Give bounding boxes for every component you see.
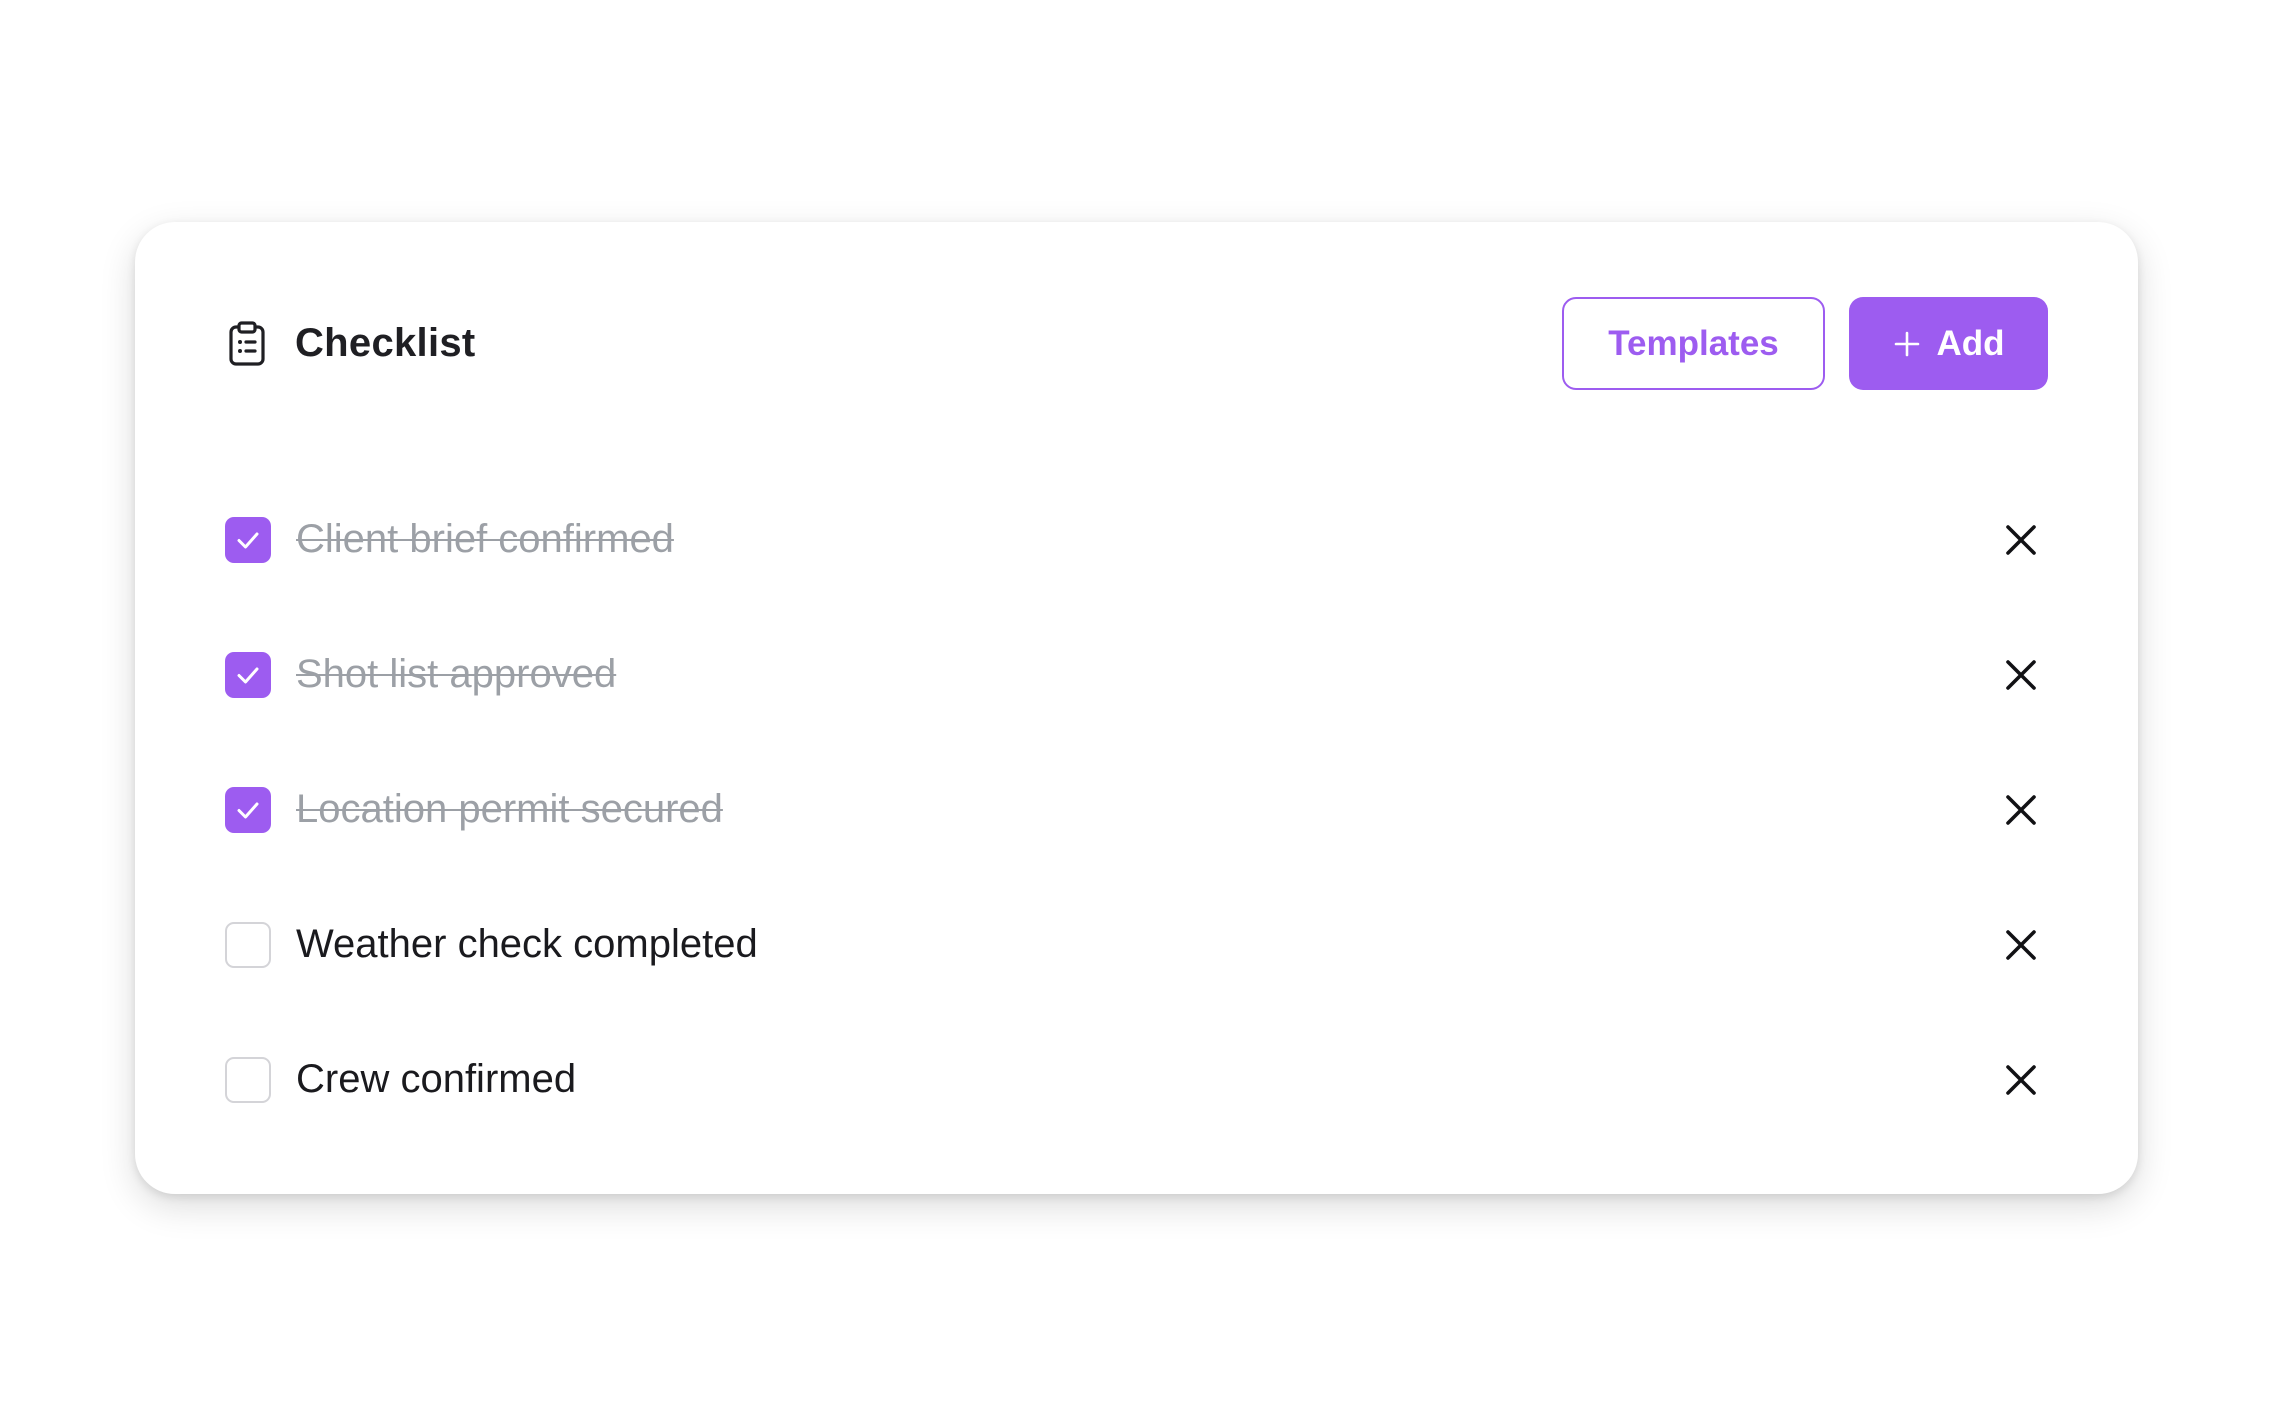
header-actions: Templates Add [1562, 297, 2048, 390]
list-item: Weather check completed [225, 877, 2048, 1012]
checklist-title: Checklist [295, 321, 476, 365]
list-item: Crew confirmed [225, 1012, 2048, 1147]
checkbox-unchecked[interactable] [225, 1056, 271, 1103]
checkmark-icon [234, 526, 262, 554]
checklist-header: Checklist Templates Add [225, 297, 2048, 390]
plus-icon [1892, 329, 1922, 359]
close-icon[interactable] [1996, 515, 2046, 565]
close-icon[interactable] [1996, 650, 2046, 700]
add-button-label: Add [1936, 323, 2005, 363]
close-icon[interactable] [1996, 1055, 2046, 1105]
list-item-label: Crew confirmed [296, 1057, 577, 1101]
list-item: Client brief confirmed [225, 472, 2048, 607]
close-icon[interactable] [1996, 785, 2046, 835]
checkmark-icon [234, 661, 262, 689]
list-item-label: Client brief confirmed [296, 517, 674, 561]
list-item: Shot list approved [225, 607, 2048, 742]
checkbox-checked[interactable] [225, 651, 271, 698]
checkmark-icon [234, 796, 262, 824]
checkbox-unchecked[interactable] [225, 921, 271, 968]
list-item-label: Shot list approved [296, 652, 617, 696]
templates-button[interactable]: Templates [1562, 297, 1825, 390]
checkbox-checked[interactable] [225, 516, 271, 563]
list-item-label: Location permit secured [296, 787, 723, 831]
clipboard-list-icon [225, 320, 269, 368]
list-item: Location permit secured [225, 742, 2048, 877]
list-item-label: Weather check completed [296, 922, 758, 966]
add-button[interactable]: Add [1849, 297, 2048, 390]
checkbox-checked[interactable] [225, 786, 271, 833]
close-icon[interactable] [1996, 920, 2046, 970]
checklist-card: Checklist Templates Add Client brief con… [135, 222, 2138, 1194]
checklist-items: Client brief confirmed Shot list approved… [225, 472, 2048, 1147]
